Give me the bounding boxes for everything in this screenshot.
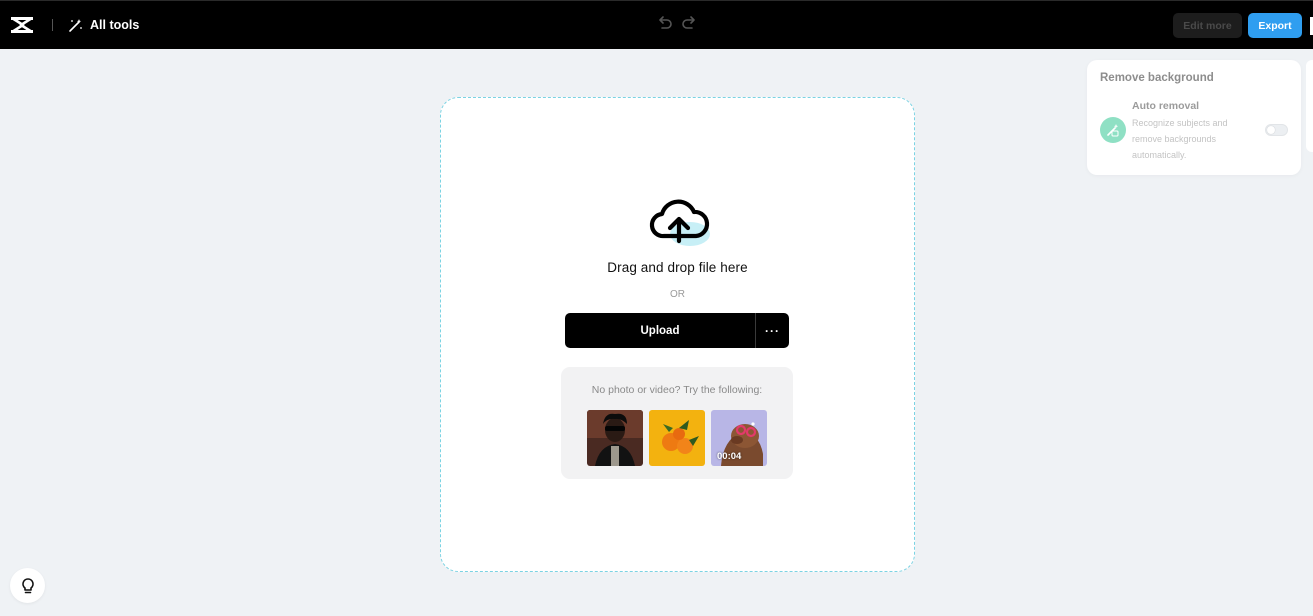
all-tools-button[interactable]: All tools bbox=[68, 15, 139, 35]
auto-removal-title: Auto removal bbox=[1132, 100, 1200, 112]
remove-background-panel: Remove background Auto removal Recognize… bbox=[1087, 60, 1301, 175]
or-separator: OR bbox=[670, 289, 685, 300]
redo-icon[interactable] bbox=[680, 15, 698, 33]
secondary-panel-edge bbox=[1306, 60, 1313, 152]
auto-removal-toggle[interactable] bbox=[1265, 124, 1288, 136]
samples-prompt: No photo or video? Try the following: bbox=[591, 384, 763, 396]
edit-more-button[interactable]: Edit more bbox=[1173, 13, 1242, 38]
upload-button[interactable]: Upload bbox=[565, 313, 756, 348]
undo-icon[interactable] bbox=[656, 15, 674, 33]
upload-button-group: Upload ··· bbox=[565, 313, 789, 348]
lightbulb-icon bbox=[21, 577, 34, 593]
video-duration: 00:04 bbox=[717, 451, 742, 462]
drag-drop-text: Drag and drop file here bbox=[607, 260, 748, 275]
auto-removal-icon bbox=[1100, 117, 1126, 143]
sample-oranges-thumb[interactable] bbox=[649, 410, 705, 466]
samples-panel: No photo or video? Try the following: 00… bbox=[561, 367, 793, 479]
sample-portrait-thumb[interactable] bbox=[587, 410, 643, 466]
magic-wand-icon bbox=[69, 18, 82, 32]
auto-removal-description: Recognize subjects and remove background… bbox=[1132, 118, 1228, 160]
upload-dropzone[interactable]: Drag and drop file here OR Upload ··· No… bbox=[440, 97, 915, 572]
top-bar: All tools Edit more Export bbox=[0, 0, 1313, 49]
more-options-button[interactable]: ··· bbox=[756, 313, 789, 348]
cloud-upload-icon bbox=[649, 199, 710, 246]
all-tools-label: All tools bbox=[90, 18, 140, 32]
tips-button[interactable] bbox=[10, 568, 45, 603]
divider bbox=[52, 19, 53, 31]
sample-dog-video-thumb[interactable]: 00:04 bbox=[711, 410, 767, 466]
panel-title: Remove background bbox=[1100, 72, 1214, 84]
capcut-logo-icon[interactable] bbox=[10, 14, 34, 36]
export-button[interactable]: Export bbox=[1248, 13, 1302, 38]
